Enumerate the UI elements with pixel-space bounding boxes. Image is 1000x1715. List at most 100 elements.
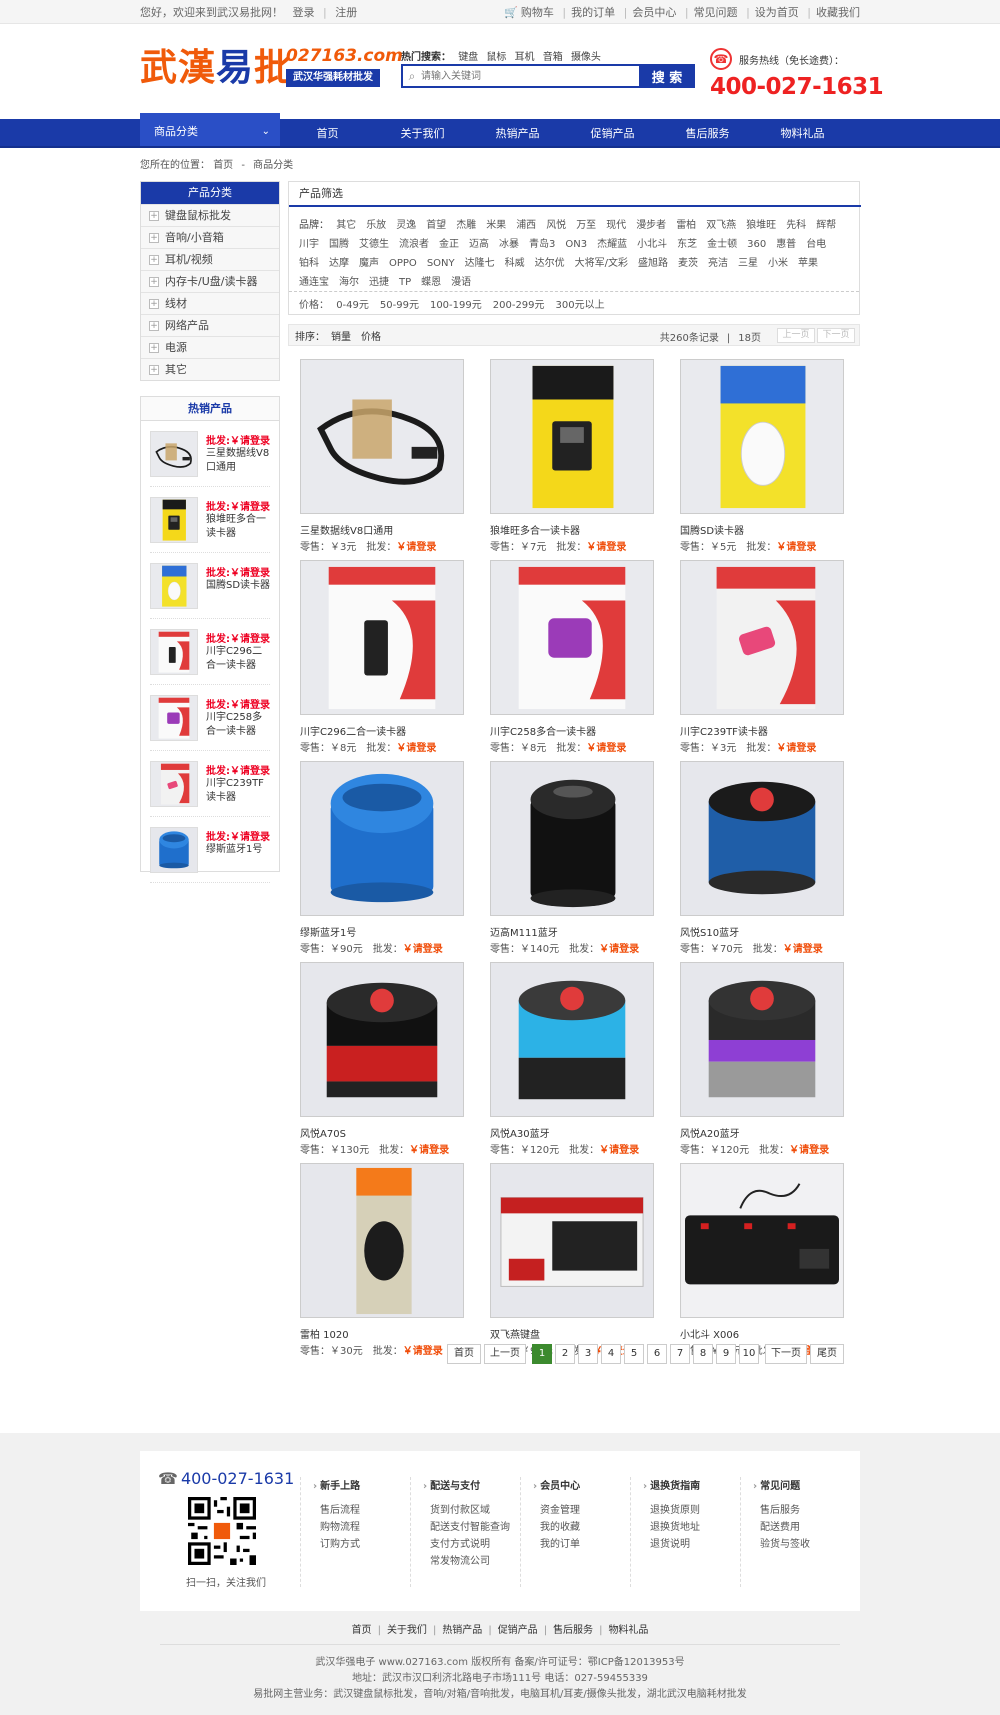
price-option[interactable]: 200-299元 bbox=[493, 300, 545, 311]
product-card[interactable]: 雷柏 1020 零售：￥30元 批发：￥请登录 bbox=[300, 1163, 464, 1363]
brand-option[interactable]: 万至 bbox=[576, 216, 596, 235]
brand-option[interactable]: 360 bbox=[747, 235, 766, 254]
wholesale-login-link[interactable]: ￥请登录 bbox=[586, 743, 626, 754]
brand-option[interactable]: 辉帮 bbox=[816, 216, 836, 235]
brand-option[interactable]: 其它 bbox=[336, 216, 356, 235]
product-image[interactable] bbox=[680, 962, 844, 1117]
brand-option[interactable]: 雷柏 bbox=[676, 216, 696, 235]
hot-product-thumbnail[interactable] bbox=[150, 695, 198, 741]
footer-link[interactable]: 我的收藏 bbox=[533, 1519, 620, 1536]
hot-product-item[interactable]: 批发:￥请登录 川宇C296二合一读卡器 bbox=[150, 619, 270, 685]
wholesale-login-link[interactable]: ￥请登录 bbox=[783, 944, 823, 955]
brand-option[interactable]: 大将军/文彩 bbox=[575, 254, 628, 273]
product-card[interactable]: 风悦A20蓝牙 零售：￥120元 批发：￥请登录 bbox=[680, 962, 844, 1162]
brand-option[interactable]: 东芝 bbox=[677, 235, 697, 254]
page-button[interactable]: 6 bbox=[647, 1344, 667, 1364]
price-option[interactable]: 0-49元 bbox=[336, 300, 369, 311]
brand-option[interactable]: ON3 bbox=[565, 235, 587, 254]
hot-product-name[interactable]: 缪斯蓝牙1号 bbox=[206, 843, 272, 857]
product-card[interactable]: 缪斯蓝牙1号 零售：￥90元 批发：￥请登录 bbox=[300, 761, 464, 961]
wholesale-login-link[interactable]: ￥请登录 bbox=[599, 1145, 639, 1156]
site-logo[interactable]: 武漢易批 027163.com 武汉华强耗材批发 bbox=[140, 43, 403, 95]
hot-product-item[interactable]: 批发:￥请登录 川宇C239TF读卡器 bbox=[150, 751, 270, 817]
brand-option[interactable]: 青岛3 bbox=[529, 235, 555, 254]
product-card[interactable]: 小北斗 X006零售：￥30元批发：￥请登录 bbox=[680, 1163, 844, 1363]
bookmark-link[interactable]: 收藏我们 bbox=[816, 6, 860, 19]
nav-item-promo[interactable]: 促销产品 bbox=[565, 119, 660, 148]
product-image[interactable] bbox=[490, 359, 654, 514]
brand-option[interactable]: 杰雕 bbox=[456, 216, 476, 235]
register-link[interactable]: 注册 bbox=[335, 6, 357, 19]
hot-product-name[interactable]: 三星数据线V8口通用 bbox=[206, 447, 272, 475]
product-image[interactable] bbox=[300, 359, 464, 514]
wholesale-login-link[interactable]: ￥请登录 bbox=[586, 542, 626, 553]
brand-option[interactable]: 金正 bbox=[439, 235, 459, 254]
brand-option[interactable]: 盛旭路 bbox=[638, 254, 668, 273]
footer-link[interactable]: 退换货原则 bbox=[643, 1502, 730, 1519]
nav-item-about[interactable]: 关于我们 bbox=[375, 119, 470, 148]
wholesale-login-link[interactable]: ￥请登录 bbox=[396, 542, 436, 553]
product-image[interactable] bbox=[300, 962, 464, 1117]
product-image[interactable] bbox=[490, 560, 654, 715]
product-image[interactable] bbox=[300, 560, 464, 715]
page-button[interactable]: 3 bbox=[578, 1344, 598, 1364]
hot-product-thumbnail[interactable] bbox=[150, 497, 198, 543]
brand-option[interactable]: 狼堆旺 bbox=[746, 216, 776, 235]
footer-link[interactable]: 验货与签收 bbox=[753, 1536, 840, 1553]
product-name[interactable]: 迈高M111蓝牙 bbox=[490, 924, 558, 939]
my-orders-link[interactable]: 我的订单 bbox=[571, 6, 615, 19]
product-card[interactable]: 川宇C239TF读卡器 零售：￥3元 批发：￥请登录 bbox=[680, 560, 844, 760]
footer-link[interactable]: 售后服务 bbox=[753, 1502, 840, 1519]
category-item[interactable]: + 线材 bbox=[141, 292, 279, 314]
nav-item-gifts[interactable]: 物料礼品 bbox=[755, 119, 850, 148]
brand-option[interactable]: 铂科 bbox=[299, 254, 319, 273]
brand-option[interactable]: TP bbox=[399, 273, 411, 292]
brand-option[interactable]: 杰耀蓝 bbox=[597, 235, 627, 254]
product-name[interactable]: 三星数据线V8口通用 bbox=[300, 522, 393, 537]
product-name[interactable]: 国腾SD读卡器 bbox=[680, 522, 744, 537]
price-option[interactable]: 50-99元 bbox=[380, 300, 419, 311]
category-item[interactable]: + 网络产品 bbox=[141, 314, 279, 336]
footer-link[interactable]: 资金管理 bbox=[533, 1502, 620, 1519]
product-card[interactable]: 风悦S10蓝牙 零售：￥70元 批发：￥请登录 bbox=[680, 761, 844, 961]
brand-option[interactable]: 漫语 bbox=[451, 273, 471, 292]
product-name[interactable]: 雷柏 1020 bbox=[300, 1326, 349, 1341]
hot-product-name[interactable]: 川宇C296二合一读卡器 bbox=[206, 645, 272, 673]
brand-option[interactable]: 达尔优 bbox=[535, 254, 565, 273]
hot-word[interactable]: 耳机 bbox=[515, 52, 535, 63]
wholesale-login-link[interactable]: ￥请登录 bbox=[789, 1145, 829, 1156]
next-page-button[interactable]: 下一页 bbox=[817, 328, 855, 343]
product-image[interactable] bbox=[680, 359, 844, 514]
page-button[interactable]: 2 bbox=[555, 1344, 575, 1364]
set-homepage-link[interactable]: 设为首页 bbox=[755, 6, 799, 19]
brand-option[interactable]: 小北斗 bbox=[637, 235, 667, 254]
nav-item-service[interactable]: 售后服务 bbox=[660, 119, 755, 148]
brand-option[interactable]: OPPO bbox=[389, 254, 417, 273]
faq-link[interactable]: 常见问题 bbox=[694, 6, 738, 19]
brand-option[interactable]: 首望 bbox=[426, 216, 446, 235]
hot-product-name[interactable]: 狼堆旺多合一读卡器 bbox=[206, 513, 272, 541]
price-option[interactable]: 100-199元 bbox=[430, 300, 482, 311]
footer-nav-link[interactable]: 首页 bbox=[352, 1625, 372, 1636]
category-item[interactable]: + 其它 bbox=[141, 358, 279, 380]
page-button[interactable]: 首页 bbox=[447, 1344, 481, 1364]
brand-option[interactable]: 米果 bbox=[486, 216, 506, 235]
price-option[interactable]: 300元以上 bbox=[556, 300, 605, 311]
product-name[interactable]: 小北斗 X006 bbox=[680, 1326, 739, 1341]
brand-option[interactable]: 金士顿 bbox=[707, 235, 737, 254]
page-button[interactable]: 上一页 bbox=[484, 1344, 526, 1364]
nav-item-home[interactable]: 首页 bbox=[280, 119, 375, 148]
hot-product-thumbnail[interactable] bbox=[150, 761, 198, 807]
wholesale-login-link[interactable]: ￥请登录 bbox=[776, 743, 816, 754]
brand-option[interactable]: 麦茨 bbox=[678, 254, 698, 273]
brand-option[interactable]: 冰暴 bbox=[499, 235, 519, 254]
product-image[interactable] bbox=[300, 1163, 464, 1318]
product-name[interactable]: 双飞燕键盘 bbox=[490, 1326, 540, 1341]
brand-option[interactable]: 迈高 bbox=[469, 235, 489, 254]
product-name[interactable]: 川宇C239TF读卡器 bbox=[680, 723, 768, 738]
member-center-link[interactable]: 会员中心 bbox=[632, 6, 676, 19]
brand-option[interactable]: 风悦 bbox=[546, 216, 566, 235]
brand-option[interactable]: 达隆七 bbox=[465, 254, 495, 273]
page-button[interactable]: 1 bbox=[532, 1344, 552, 1364]
hot-word[interactable]: 摄像头 bbox=[571, 52, 601, 63]
